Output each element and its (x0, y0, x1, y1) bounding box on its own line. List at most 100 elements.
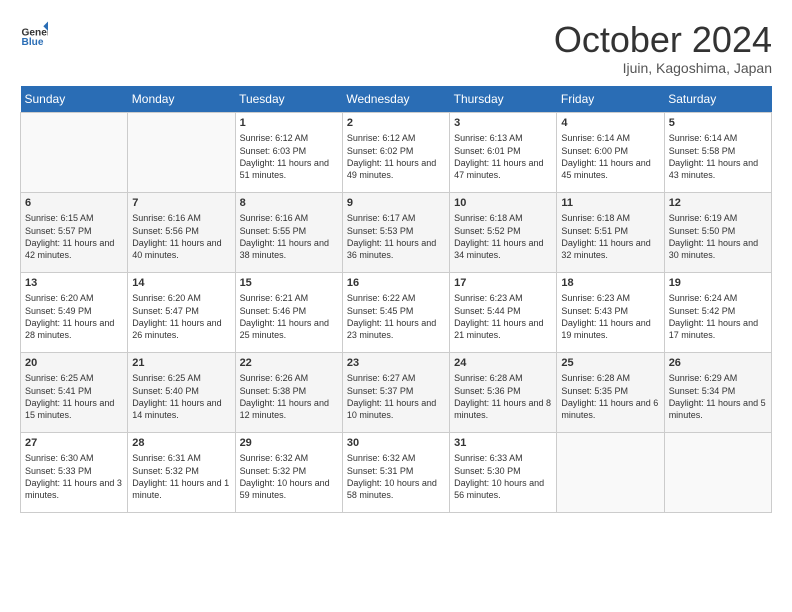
cell-info: Daylight: 11 hours and 5 minutes. (669, 397, 767, 421)
cell-info: Sunrise: 6:32 AM (347, 452, 445, 464)
day-of-week-header: Friday (557, 86, 664, 113)
svg-text:Blue: Blue (22, 37, 44, 48)
day-of-week-header: Tuesday (235, 86, 342, 113)
day-number: 14 (132, 276, 230, 291)
day-of-week-header: Monday (128, 86, 235, 113)
cell-info: Sunrise: 6:25 AM (132, 372, 230, 384)
day-of-week-header: Thursday (450, 86, 557, 113)
day-number: 7 (132, 196, 230, 211)
day-number: 17 (454, 276, 552, 291)
cell-info: Daylight: 10 hours and 58 minutes. (347, 477, 445, 501)
calendar-cell: 27Sunrise: 6:30 AMSunset: 5:33 PMDayligh… (21, 432, 128, 512)
cell-info: Sunrise: 6:24 AM (669, 292, 767, 304)
cell-info: Sunset: 6:03 PM (240, 145, 338, 157)
day-number: 10 (454, 196, 552, 211)
cell-info: Sunset: 5:37 PM (347, 385, 445, 397)
calendar-cell: 8Sunrise: 6:16 AMSunset: 5:55 PMDaylight… (235, 192, 342, 272)
cell-info: Sunset: 5:32 PM (240, 465, 338, 477)
day-number: 15 (240, 276, 338, 291)
cell-info: Daylight: 11 hours and 1 minute. (132, 477, 230, 501)
cell-info: Sunset: 5:45 PM (347, 305, 445, 317)
cell-info: Daylight: 11 hours and 14 minutes. (132, 397, 230, 421)
cell-info: Daylight: 11 hours and 51 minutes. (240, 157, 338, 181)
calendar-cell: 10Sunrise: 6:18 AMSunset: 5:52 PMDayligh… (450, 192, 557, 272)
cell-info: Daylight: 10 hours and 56 minutes. (454, 477, 552, 501)
month-title: October 2024 (554, 20, 772, 60)
calendar-week-row: 13Sunrise: 6:20 AMSunset: 5:49 PMDayligh… (21, 272, 772, 352)
day-number: 12 (669, 196, 767, 211)
cell-info: Daylight: 11 hours and 23 minutes. (347, 317, 445, 341)
day-number: 4 (561, 116, 659, 131)
day-number: 30 (347, 436, 445, 451)
day-number: 5 (669, 116, 767, 131)
cell-info: Sunset: 6:00 PM (561, 145, 659, 157)
cell-info: Sunrise: 6:22 AM (347, 292, 445, 304)
calendar-week-row: 1Sunrise: 6:12 AMSunset: 6:03 PMDaylight… (21, 112, 772, 192)
cell-info: Sunrise: 6:14 AM (669, 132, 767, 144)
calendar-cell: 17Sunrise: 6:23 AMSunset: 5:44 PMDayligh… (450, 272, 557, 352)
cell-info: Sunset: 5:50 PM (669, 225, 767, 237)
cell-info: Sunset: 5:49 PM (25, 305, 123, 317)
cell-info: Sunset: 6:01 PM (454, 145, 552, 157)
cell-info: Daylight: 11 hours and 12 minutes. (240, 397, 338, 421)
calendar-table: SundayMondayTuesdayWednesdayThursdayFrid… (20, 86, 772, 513)
cell-info: Sunset: 5:55 PM (240, 225, 338, 237)
day-number: 29 (240, 436, 338, 451)
day-number: 6 (25, 196, 123, 211)
cell-info: Daylight: 11 hours and 43 minutes. (669, 157, 767, 181)
title-block: October 2024 Ijuin, Kagoshima, Japan (554, 20, 772, 76)
calendar-cell: 13Sunrise: 6:20 AMSunset: 5:49 PMDayligh… (21, 272, 128, 352)
cell-info: Sunset: 6:02 PM (347, 145, 445, 157)
cell-info: Daylight: 11 hours and 32 minutes. (561, 237, 659, 261)
day-number: 3 (454, 116, 552, 131)
cell-info: Sunrise: 6:19 AM (669, 212, 767, 224)
calendar-cell: 18Sunrise: 6:23 AMSunset: 5:43 PMDayligh… (557, 272, 664, 352)
cell-info: Daylight: 11 hours and 28 minutes. (25, 317, 123, 341)
cell-info: Sunrise: 6:26 AM (240, 372, 338, 384)
cell-info: Sunset: 5:46 PM (240, 305, 338, 317)
cell-info: Sunset: 5:36 PM (454, 385, 552, 397)
cell-info: Sunset: 5:40 PM (132, 385, 230, 397)
cell-info: Daylight: 11 hours and 21 minutes. (454, 317, 552, 341)
day-of-week-header: Sunday (21, 86, 128, 113)
day-number: 2 (347, 116, 445, 131)
cell-info: Sunset: 5:43 PM (561, 305, 659, 317)
location-subtitle: Ijuin, Kagoshima, Japan (554, 60, 772, 76)
cell-info: Sunrise: 6:12 AM (347, 132, 445, 144)
cell-info: Sunset: 5:53 PM (347, 225, 445, 237)
calendar-week-row: 6Sunrise: 6:15 AMSunset: 5:57 PM Daylight… (21, 192, 772, 272)
cell-info: Daylight: 11 hours and 10 minutes. (347, 397, 445, 421)
cell-info: Daylight: 11 hours and 15 minutes. (25, 397, 123, 421)
day-number: 28 (132, 436, 230, 451)
cell-info: Sunrise: 6:15 AM (25, 212, 123, 224)
day-number: 26 (669, 356, 767, 371)
cell-info: Sunset: 5:34 PM (669, 385, 767, 397)
cell-info: Daylight: 11 hours and 6 minutes. (561, 397, 659, 421)
cell-info: Sunrise: 6:30 AM (25, 452, 123, 464)
day-number: 24 (454, 356, 552, 371)
cell-info: Daylight: 11 hours and 3 minutes. (25, 477, 123, 501)
cell-info: Sunset: 5:57 PM (25, 225, 123, 237)
calendar-cell: 7Sunrise: 6:16 AMSunset: 5:56 PMDaylight… (128, 192, 235, 272)
calendar-week-row: 27Sunrise: 6:30 AMSunset: 5:33 PMDayligh… (21, 432, 772, 512)
cell-info: Daylight: 11 hours and 17 minutes. (669, 317, 767, 341)
day-number: 13 (25, 276, 123, 291)
calendar-cell: 11Sunrise: 6:18 AMSunset: 5:51 PMDayligh… (557, 192, 664, 272)
day-number: 20 (25, 356, 123, 371)
day-number: 21 (132, 356, 230, 371)
calendar-cell: 9Sunrise: 6:17 AMSunset: 5:53 PMDaylight… (342, 192, 449, 272)
cell-info: Daylight: 11 hours and 19 minutes. (561, 317, 659, 341)
calendar-cell: 4Sunrise: 6:14 AMSunset: 6:00 PMDaylight… (557, 112, 664, 192)
calendar-body: 1Sunrise: 6:12 AMSunset: 6:03 PMDaylight… (21, 112, 772, 512)
cell-info: Daylight: 11 hours and 30 minutes. (669, 237, 767, 261)
cell-info: Sunset: 5:31 PM (347, 465, 445, 477)
day-number: 1 (240, 116, 338, 131)
cell-info: Sunrise: 6:31 AM (132, 452, 230, 464)
cell-info: Sunrise: 6:21 AM (240, 292, 338, 304)
day-number: 18 (561, 276, 659, 291)
cell-info: Daylight: 11 hours and 49 minutes. (347, 157, 445, 181)
cell-info: Sunset: 5:51 PM (561, 225, 659, 237)
day-number: 9 (347, 196, 445, 211)
cell-info: Sunrise: 6:12 AM (240, 132, 338, 144)
calendar-cell: 26Sunrise: 6:29 AMSunset: 5:34 PMDayligh… (664, 352, 771, 432)
